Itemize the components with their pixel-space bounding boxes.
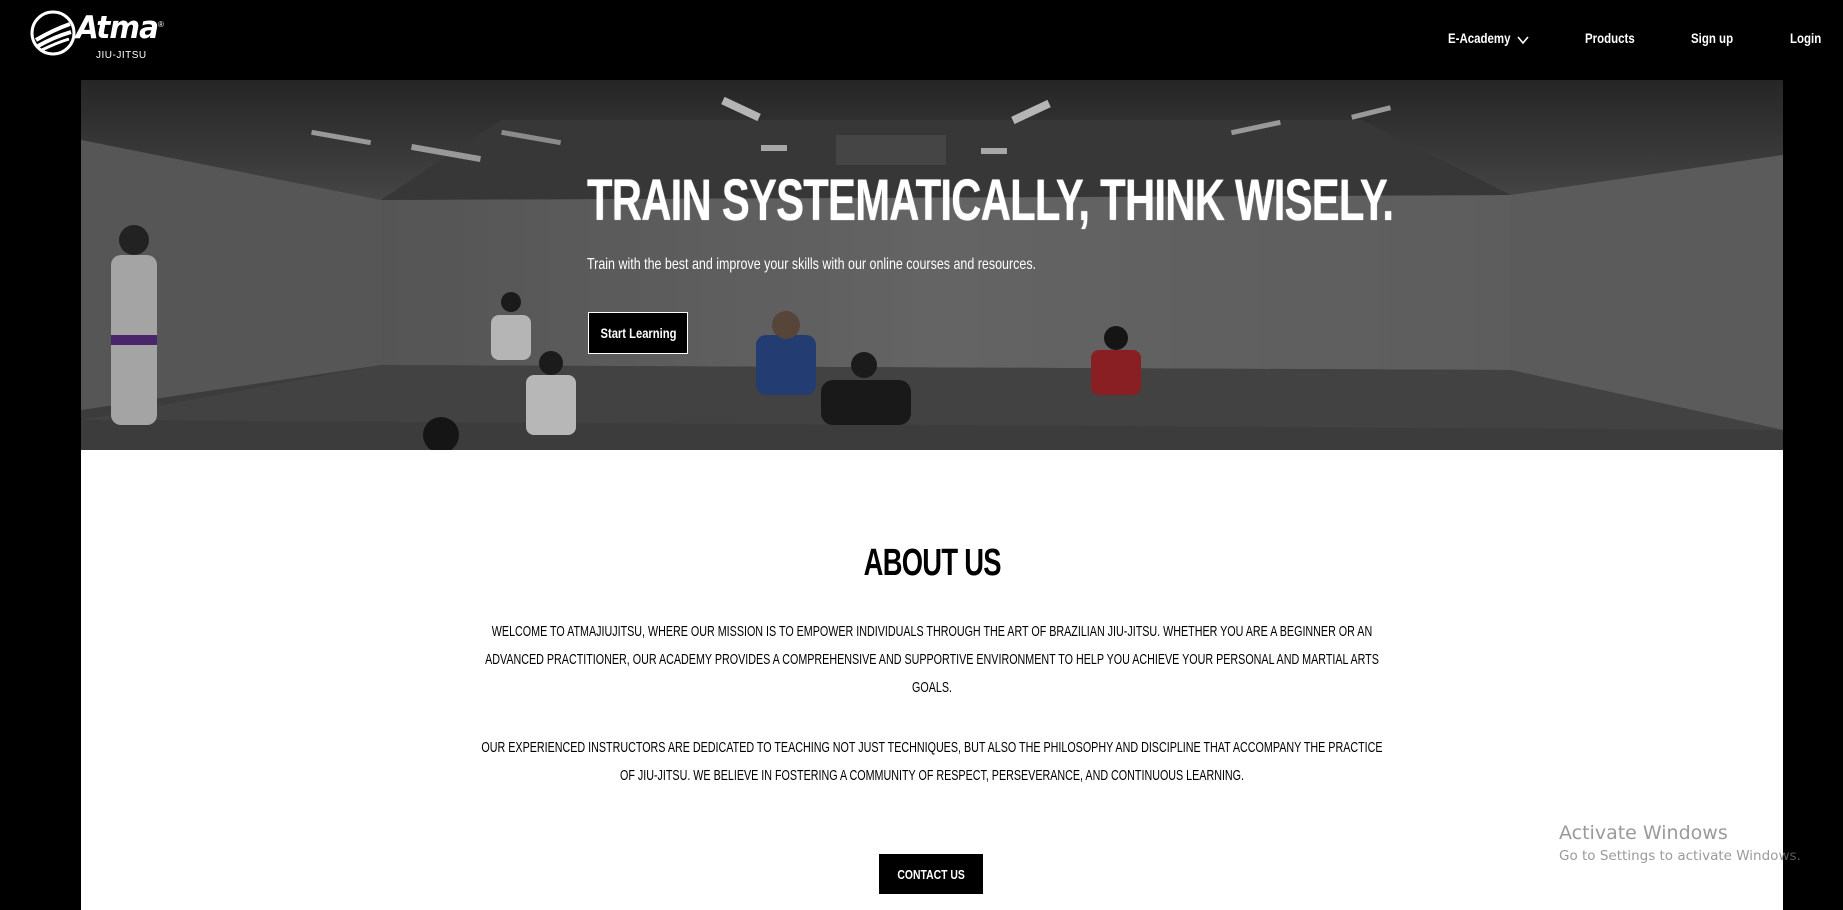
watermark-line-1: Activate Windows bbox=[1559, 822, 1728, 844]
chevron-down-icon bbox=[1517, 35, 1529, 44]
nav-sign-up[interactable]: Sign up bbox=[1691, 27, 1742, 49]
start-learning-button[interactable]: Start Learning bbox=[588, 312, 688, 354]
start-learning-label: Start Learning bbox=[600, 325, 676, 341]
brand-logo[interactable]: Atma ® JIU-JITSU bbox=[30, 8, 170, 66]
hero-title: TRAIN SYSTEMATICALLY, THINK WISELY. bbox=[587, 168, 1394, 233]
about-paragraph-2: Our experienced instructors are dedicate… bbox=[81, 734, 1783, 790]
brand-name: Atma bbox=[76, 10, 159, 46]
site-header: Atma ® JIU-JITSU E-Academy Products Sign… bbox=[0, 0, 1843, 80]
nav-login[interactable]: Login bbox=[1790, 27, 1828, 49]
about-paragraph-2-text: Our experienced instructors are dedicate… bbox=[481, 740, 1383, 784]
logo-emblem-icon bbox=[30, 10, 76, 56]
about-section: ABOUT US Welcome to AtmaJiuJitsu, where … bbox=[81, 450, 1783, 910]
nav-products[interactable]: Products bbox=[1585, 27, 1646, 49]
watermark-line-2: Go to Settings to activate Windows. bbox=[1559, 848, 1801, 864]
contact-us-button[interactable]: CONTACT US bbox=[879, 854, 983, 894]
hero-subtitle: Train with the best and improve your ski… bbox=[587, 256, 1037, 273]
nav-sign-up-label: Sign up bbox=[1691, 30, 1734, 46]
nav-products-label: Products bbox=[1585, 30, 1635, 46]
nav-login-label: Login bbox=[1790, 30, 1822, 46]
brand-tagline: JIU-JITSU bbox=[96, 50, 147, 61]
nav-e-academy[interactable]: E-Academy bbox=[1448, 27, 1530, 49]
about-paragraph-1-text: Welcome to AtmaJiuJitsu, where our missi… bbox=[485, 624, 1379, 696]
about-title: ABOUT US bbox=[81, 542, 1783, 585]
hero-banner: TRAIN SYSTEMATICALLY, THINK WISELY. Trai… bbox=[81, 80, 1783, 450]
contact-us-label: CONTACT US bbox=[897, 866, 965, 882]
about-title-text: ABOUT US bbox=[863, 542, 1001, 584]
registered-mark: ® bbox=[158, 20, 164, 29]
nav-e-academy-label: E-Academy bbox=[1448, 30, 1511, 46]
about-paragraph-1: Welcome to AtmaJiuJitsu, where our missi… bbox=[81, 618, 1783, 702]
windows-activation-watermark: Activate Windows Go to Settings to activ… bbox=[1559, 822, 1801, 864]
